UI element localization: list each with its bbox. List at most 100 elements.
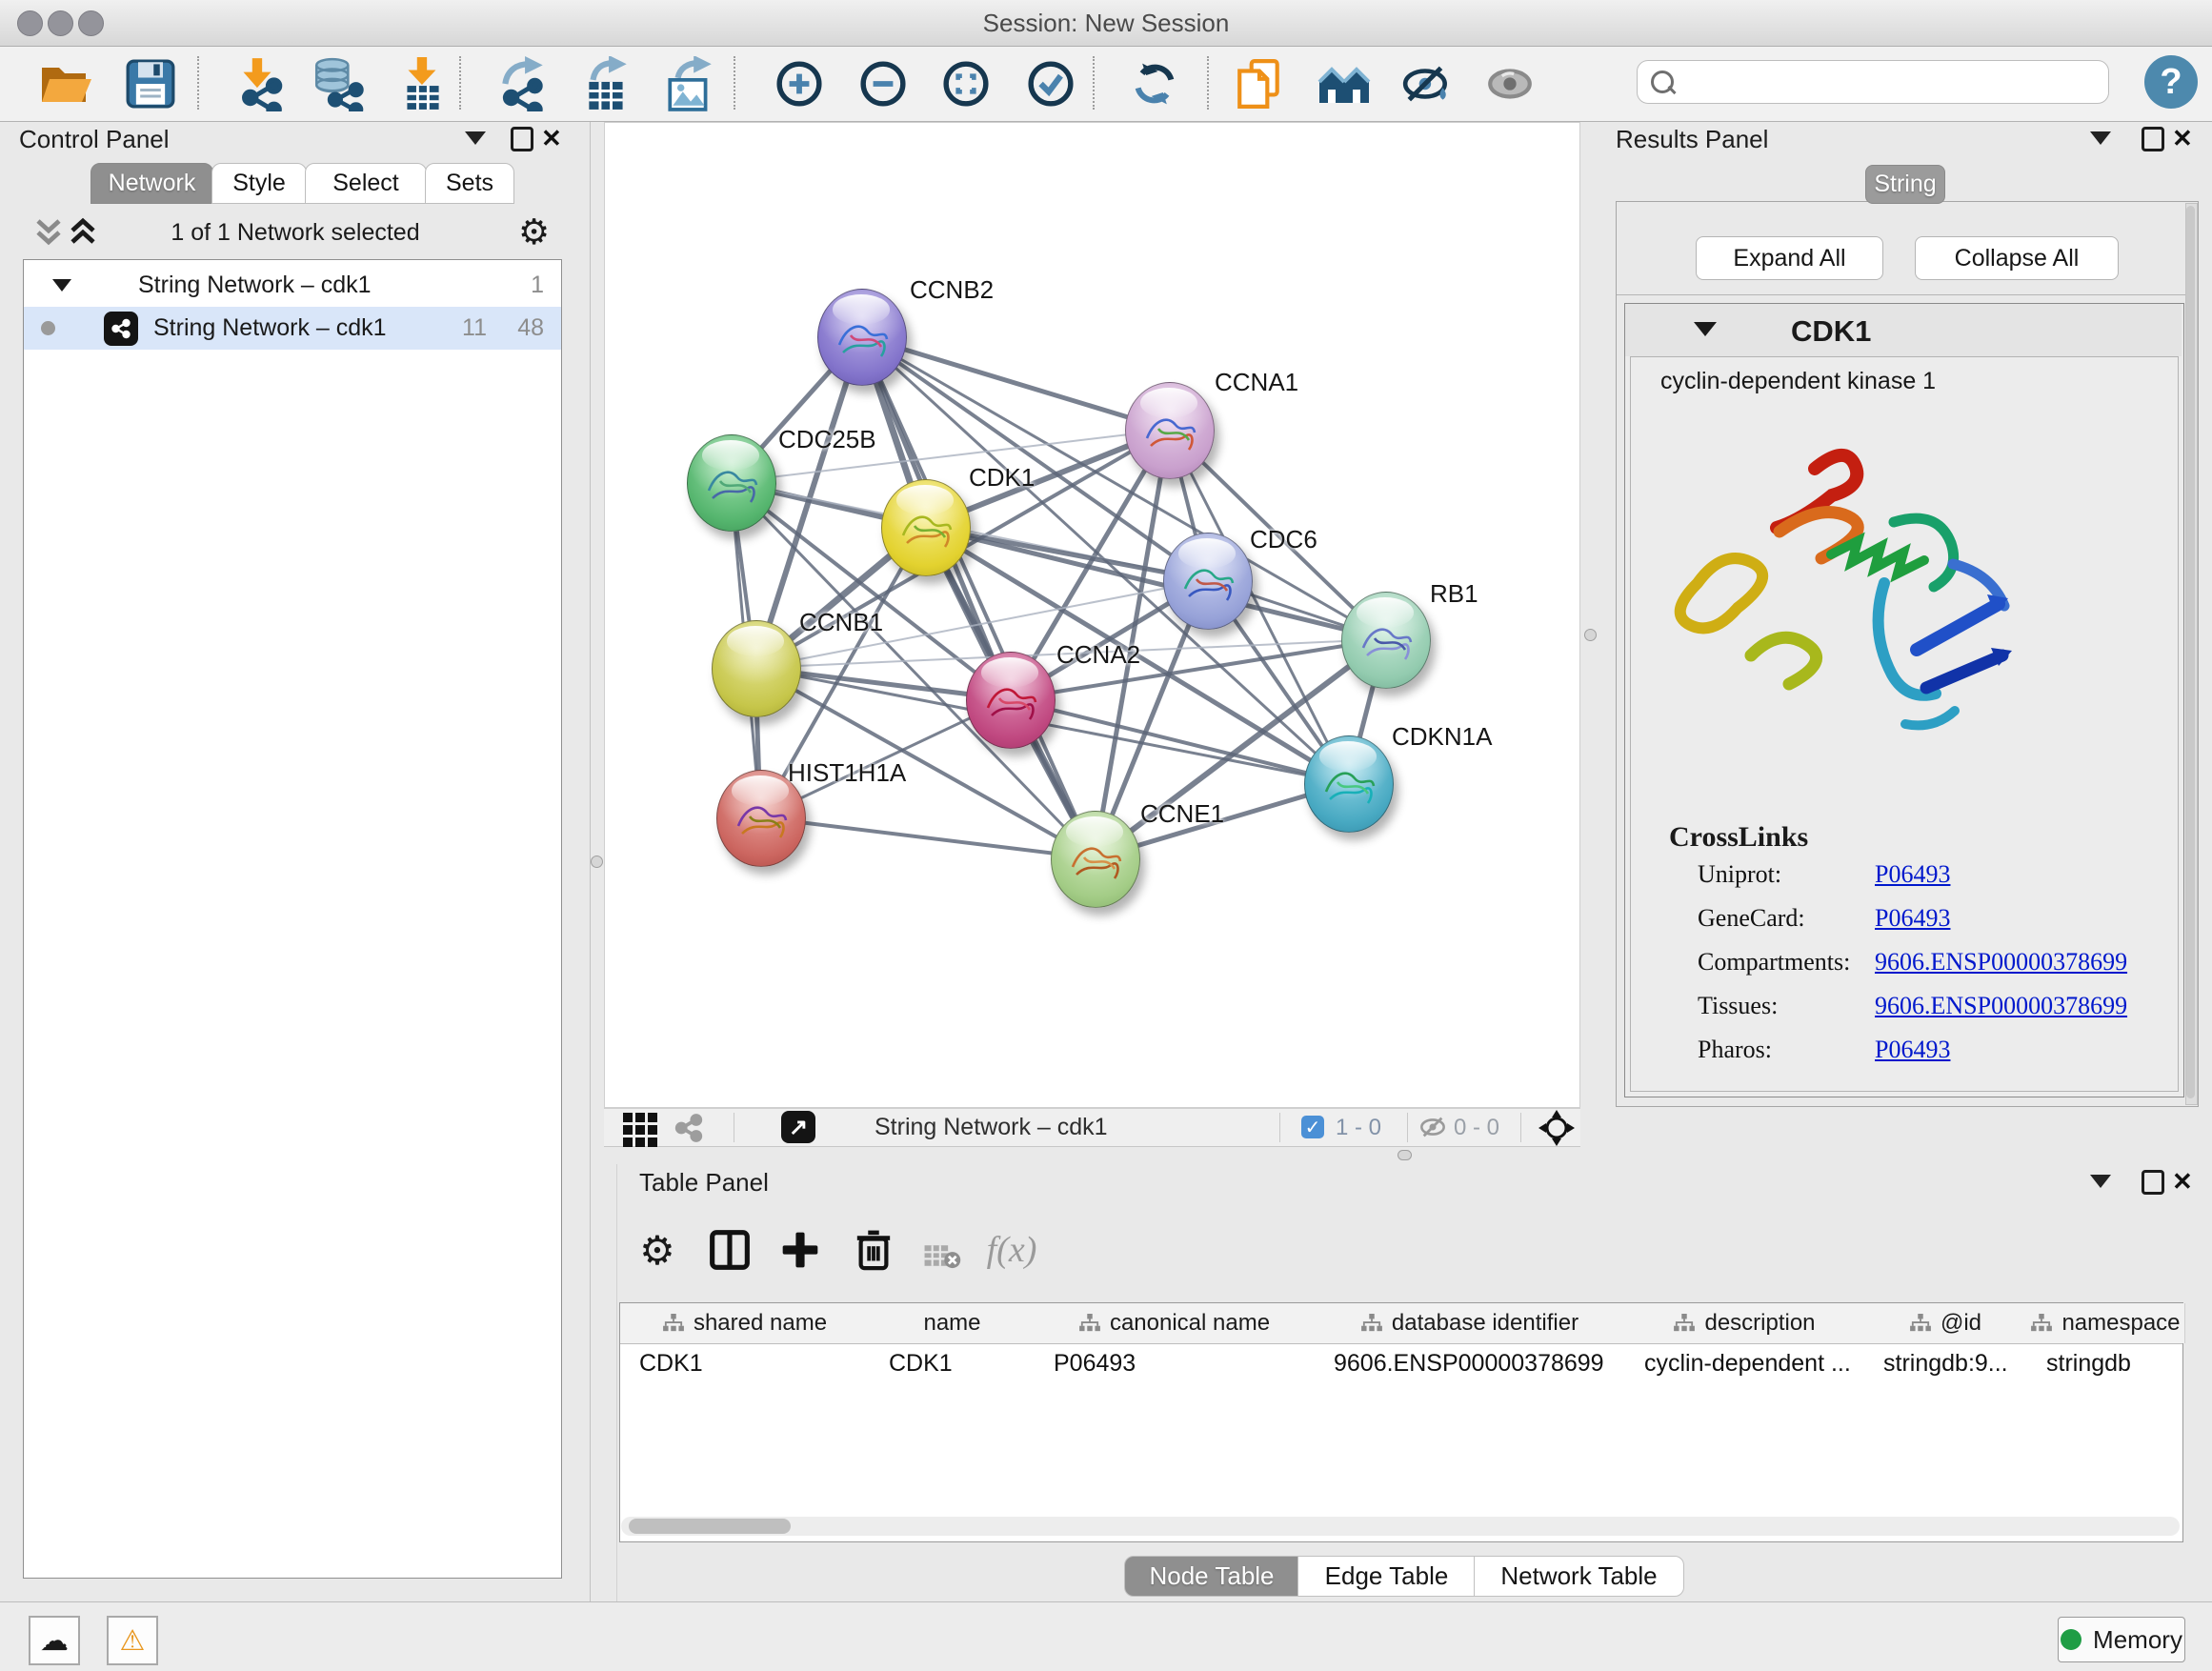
export-image-button[interactable] [660, 54, 719, 113]
left-splitter-handle[interactable] [591, 856, 603, 868]
table-cell[interactable]: stringdb [2027, 1343, 2184, 1383]
control-panel-close-icon[interactable]: ✕ [541, 124, 562, 153]
delete-table-button[interactable] [915, 1229, 969, 1282]
help-button[interactable]: ? [2144, 55, 2198, 109]
search-field[interactable] [1637, 60, 2109, 104]
table-cell[interactable]: CDK1 [870, 1343, 1035, 1383]
documents-button[interactable] [1230, 54, 1289, 113]
network-edge-CCNB2-CCNA1[interactable] [861, 336, 1169, 430]
collapse-all-chevron-icon[interactable] [34, 217, 63, 250]
network-node-RB1[interactable] [1341, 592, 1431, 689]
crosslink-value-link[interactable]: 9606.ENSP00000378699 [1875, 992, 2127, 1020]
table-cell[interactable]: stringdb:9... [1864, 1343, 2027, 1383]
apply-layout-button[interactable] [1125, 54, 1184, 113]
tab-select[interactable]: Select [305, 163, 427, 204]
tab-edge-table[interactable]: Edge Table [1297, 1556, 1476, 1597]
tab-network-table[interactable]: Network Table [1474, 1556, 1684, 1597]
detach-view-button[interactable]: ↗ [781, 1111, 815, 1143]
crosslink-value-link[interactable]: P06493 [1875, 1036, 1950, 1064]
fit-content-button[interactable] [936, 54, 995, 113]
tree-expand-icon[interactable] [52, 279, 71, 292]
column-header-shared-name[interactable]: shared name [620, 1303, 871, 1343]
network-node-CDK1[interactable] [881, 479, 971, 576]
network-node-CCNA1[interactable] [1125, 382, 1215, 479]
network-node-CCNA2[interactable] [966, 652, 1056, 749]
bottom-splitter-handle[interactable] [1398, 1150, 1412, 1160]
import-network-file-button[interactable] [229, 54, 288, 113]
table-panel-collapse-icon[interactable] [2090, 1175, 2111, 1188]
table-panel-close-icon[interactable]: ✕ [2172, 1167, 2193, 1197]
network-options-gear-icon[interactable]: ⚙ [518, 211, 550, 252]
network-node-CDKN1A[interactable] [1304, 735, 1394, 833]
control-panel-float-icon[interactable] [511, 127, 533, 151]
table-cell[interactable]: 9606.ENSP00000378699 [1315, 1343, 1625, 1383]
tab-sets[interactable]: Sets [425, 163, 514, 204]
network-row-selected[interactable]: String Network – cdk1 11 48 [24, 307, 561, 350]
results-scrollbar-thumb[interactable] [2186, 206, 2195, 1098]
memory-button[interactable]: Memory [2058, 1617, 2185, 1662]
results-panel-float-icon[interactable] [2142, 127, 2164, 151]
right-splitter-handle[interactable] [1584, 629, 1597, 641]
save-session-button[interactable] [121, 54, 180, 113]
delete-column-button[interactable] [847, 1223, 900, 1277]
show-details-button[interactable] [1480, 54, 1539, 113]
show-columns-button[interactable] [703, 1223, 756, 1277]
column-header-database-identifier[interactable]: database identifier [1315, 1303, 1626, 1343]
expand-all-chevron-icon[interactable] [69, 217, 97, 250]
crosslink-value-link[interactable]: P06493 [1875, 904, 1950, 933]
zoom-selected-button[interactable] [1021, 54, 1080, 113]
network-node-CDC25B[interactable] [687, 434, 776, 532]
cloud-button[interactable]: ☁ [29, 1616, 80, 1665]
birdseye-navigator-icon[interactable] [1538, 1109, 1576, 1152]
expand-all-button[interactable]: Expand All [1696, 236, 1883, 280]
collapse-all-button[interactable]: Collapse All [1915, 236, 2119, 280]
table-cell[interactable]: P06493 [1035, 1343, 1315, 1383]
table-cell[interactable]: CDK1 [620, 1343, 870, 1383]
tab-network[interactable]: Network [90, 163, 213, 204]
control-panel-collapse-icon[interactable] [465, 131, 486, 145]
network-node-CCNB1[interactable] [712, 620, 801, 717]
hidden-eye-icon[interactable] [1418, 1114, 1448, 1145]
column-header-canonical-name[interactable]: canonical name [1035, 1303, 1316, 1343]
network-node-CDC6[interactable] [1163, 533, 1253, 630]
grid-view-icon[interactable] [623, 1113, 657, 1147]
node-table[interactable]: shared nameCDK1nameCDK1canonical nameP06… [619, 1302, 2183, 1542]
column-header-description[interactable]: description [1625, 1303, 1865, 1343]
results-panel-collapse-icon[interactable] [2090, 131, 2111, 145]
function-builder-button[interactable]: f(x) [985, 1223, 1038, 1277]
table-hscrollbar-thumb[interactable] [629, 1519, 791, 1534]
selected-checkbox-icon[interactable]: ✓ [1301, 1116, 1324, 1138]
zoom-in-button[interactable] [770, 54, 829, 113]
share-view-icon[interactable] [673, 1112, 705, 1149]
add-column-button[interactable] [774, 1223, 827, 1277]
table-panel-float-icon[interactable] [2142, 1170, 2164, 1195]
results-tab-string[interactable]: String [1865, 165, 1945, 204]
warnings-button[interactable]: ⚠ [107, 1616, 158, 1665]
tab-node-table[interactable]: Node Table [1124, 1556, 1299, 1597]
table-cell[interactable]: cyclin-dependent ... [1625, 1343, 1864, 1383]
crosslink-value-link[interactable]: 9606.ENSP00000378699 [1875, 948, 2127, 976]
network-node-CCNE1[interactable] [1051, 811, 1140, 908]
zoom-out-button[interactable] [854, 54, 913, 113]
network-collection-row[interactable]: String Network – cdk1 1 [24, 264, 561, 307]
export-table-button[interactable] [577, 54, 636, 113]
column-header-name[interactable]: name [870, 1303, 1036, 1343]
open-session-button[interactable] [37, 54, 96, 113]
network-node-CCNB2[interactable] [817, 289, 907, 386]
results-panel-close-icon[interactable]: ✕ [2172, 124, 2193, 153]
import-table-button[interactable] [393, 54, 452, 113]
search-input[interactable] [1683, 68, 2108, 96]
hide-details-button[interactable] [1398, 54, 1457, 113]
column-header-namespace[interactable]: namespace [2027, 1303, 2185, 1343]
tab-style[interactable]: Style [211, 163, 307, 204]
table-hscrollbar[interactable] [621, 1517, 2180, 1536]
table-options-gear-icon[interactable]: ⚙ [631, 1223, 684, 1277]
network-edge-HIST1H1A-CCNE1[interactable] [760, 817, 1095, 858]
network-canvas[interactable]: CCNB2CCNA1CDC25BCDK1CDC6RB1CCNB1CCNA2CDK… [604, 122, 1580, 1108]
column-header-@id[interactable]: @id [1864, 1303, 2028, 1343]
import-network-database-button[interactable] [309, 54, 368, 113]
string-home-button[interactable] [1315, 54, 1374, 113]
export-network-button[interactable] [493, 54, 553, 113]
entry-collapse-icon[interactable] [1694, 322, 1717, 336]
crosslink-value-link[interactable]: P06493 [1875, 860, 1950, 889]
